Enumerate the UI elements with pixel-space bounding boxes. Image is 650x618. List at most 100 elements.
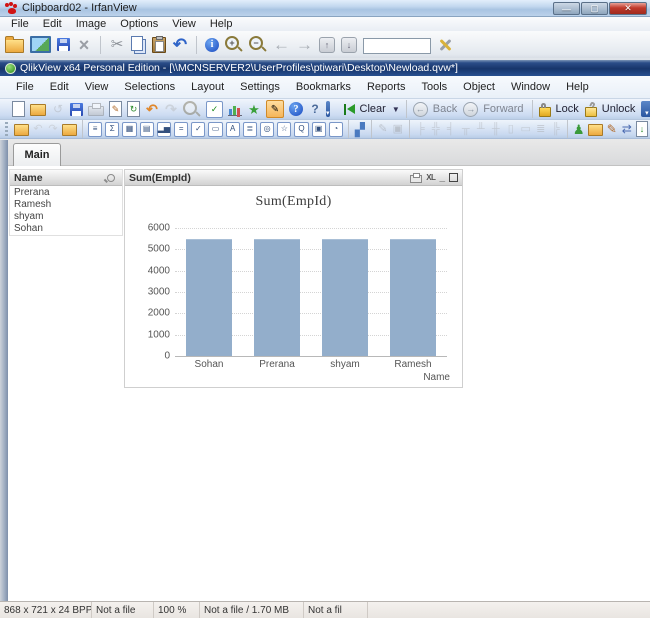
- sheet-properties-icon[interactable]: [61, 124, 78, 136]
- quick-chart-wizard-icon[interactable]: [228, 102, 242, 116]
- create-slider-icon[interactable]: ≣: [242, 121, 257, 137]
- last-page-icon[interactable]: ↓: [341, 36, 357, 53]
- reload-data-icon[interactable]: ↻: [127, 101, 140, 117]
- create-bookmark-object-icon[interactable]: ◎: [260, 121, 275, 137]
- create-chart-icon[interactable]: ▂▅: [156, 121, 172, 137]
- list-item[interactable]: Sohan: [12, 223, 122, 235]
- send-to-excel-icon[interactable]: XL: [426, 173, 436, 182]
- create-search-object-icon[interactable]: Q: [294, 121, 309, 137]
- space-horizontal-icon[interactable]: ╫: [490, 123, 502, 135]
- menu-file[interactable]: File: [8, 81, 42, 93]
- edit-script-icon[interactable]: ✎: [109, 101, 122, 117]
- menu-help[interactable]: Help: [558, 81, 597, 93]
- chart-caption[interactable]: Sum(EmpId) XL _: [125, 170, 462, 186]
- search-icon[interactable]: [107, 173, 115, 182]
- align-center-icon[interactable]: ╬: [430, 123, 442, 135]
- edit-mode-icon[interactable]: ✎: [266, 100, 284, 118]
- zoom-in-icon[interactable]: +: [225, 36, 239, 50]
- create-star-object-icon[interactable]: ☆: [277, 121, 292, 137]
- promote-sheet-icon[interactable]: ↶: [32, 123, 44, 135]
- menu-object[interactable]: Object: [455, 81, 503, 93]
- undo-icon[interactable]: ↶: [172, 36, 188, 53]
- cut-icon[interactable]: ✂: [109, 37, 125, 52]
- unlock-button[interactable]: Unlock: [602, 103, 636, 115]
- lock-button[interactable]: Lock: [556, 103, 579, 115]
- help-icon[interactable]: ?: [289, 102, 303, 116]
- snap-grid-icon[interactable]: ╠: [550, 123, 562, 135]
- menu-selections[interactable]: Selections: [116, 81, 183, 93]
- zoom-out-icon[interactable]: −: [249, 36, 263, 50]
- toolbar-overflow-button[interactable]: ▾: [326, 101, 330, 117]
- export-page-icon[interactable]: ↓: [635, 121, 649, 137]
- clear-dropdown-arrow[interactable]: ▼: [392, 105, 400, 114]
- create-calendar-icon[interactable]: ◔: [328, 121, 343, 137]
- list-item[interactable]: Ramesh: [12, 199, 122, 211]
- minimize-icon[interactable]: _: [439, 172, 445, 182]
- first-page-icon[interactable]: ↑: [319, 36, 335, 53]
- clear-icon[interactable]: [343, 103, 355, 115]
- menu-edit[interactable]: Edit: [36, 18, 69, 30]
- toolbar-overflow-button[interactable]: ▾: [641, 101, 650, 117]
- chart-bar[interactable]: [321, 238, 369, 356]
- menu-settings[interactable]: Settings: [232, 81, 288, 93]
- menu-reports[interactable]: Reports: [359, 81, 414, 93]
- undo-icon[interactable]: ↶: [145, 102, 159, 116]
- paste-icon[interactable]: [152, 35, 166, 53]
- create-button-icon[interactable]: ✓: [191, 121, 206, 137]
- create-text-object-icon[interactable]: ▭: [208, 121, 223, 137]
- redo-icon[interactable]: ↷: [164, 102, 178, 116]
- clear-button[interactable]: Clear: [360, 103, 386, 115]
- page-number-input[interactable]: [363, 37, 431, 54]
- listbox-caption[interactable]: Name: [10, 170, 122, 186]
- menu-view[interactable]: View: [77, 81, 117, 93]
- next-image-icon[interactable]: →: [296, 36, 313, 53]
- save-icon[interactable]: [57, 38, 70, 51]
- create-multi-box-icon[interactable]: =: [174, 121, 189, 137]
- create-input-box-icon[interactable]: ▤: [139, 121, 154, 137]
- open-icon[interactable]: [30, 104, 46, 116]
- align-bottom-icon[interactable]: ╨: [475, 123, 487, 135]
- back-icon[interactable]: ←: [412, 101, 428, 117]
- page-number-input[interactable]: [363, 35, 431, 54]
- properties-tools-icon[interactable]: [437, 37, 453, 53]
- wizard-icon[interactable]: ▞: [354, 123, 366, 136]
- space-vertical-icon[interactable]: ▯: [505, 123, 517, 135]
- favorites-icon[interactable]: ★: [247, 103, 261, 116]
- forward-button[interactable]: Forward: [483, 103, 523, 115]
- create-statistics-box-icon[interactable]: Σ: [105, 121, 120, 137]
- maximize-icon[interactable]: [449, 173, 458, 182]
- create-text-icon[interactable]: A: [225, 121, 240, 137]
- format-painter-icon[interactable]: ✎: [377, 123, 389, 135]
- grid-design-icon[interactable]: ▣: [392, 123, 404, 135]
- align-right-icon[interactable]: ╡: [445, 123, 457, 135]
- delete-icon[interactable]: ×: [76, 36, 92, 54]
- irfanview-titlebar[interactable]: Clipboard02 - IrfanView — ▢ ✕: [0, 0, 650, 17]
- menu-options[interactable]: Options: [113, 18, 165, 30]
- create-container-icon[interactable]: ▣: [311, 121, 326, 137]
- info-icon[interactable]: i: [205, 37, 219, 52]
- new-document-icon[interactable]: [12, 101, 25, 117]
- slideshow-icon[interactable]: [30, 36, 51, 53]
- copy-icon[interactable]: [131, 36, 143, 51]
- open-icon[interactable]: [5, 36, 24, 53]
- forward-icon[interactable]: →: [463, 101, 479, 117]
- minimize-button[interactable]: —: [553, 2, 580, 15]
- align-top-icon[interactable]: ╥: [460, 123, 472, 135]
- close-button[interactable]: ✕: [609, 2, 647, 15]
- prev-image-icon[interactable]: ←: [273, 36, 290, 53]
- save-icon[interactable]: [70, 102, 83, 116]
- menu-view[interactable]: View: [165, 18, 203, 30]
- list-item[interactable]: Prerana: [12, 187, 122, 199]
- create-table-box-icon[interactable]: ▦: [122, 121, 137, 137]
- menu-image[interactable]: Image: [69, 18, 114, 30]
- unlock-icon[interactable]: [584, 106, 597, 117]
- connect-icon[interactable]: ⇄: [621, 123, 633, 135]
- adjust-top-icon[interactable]: ≣: [535, 123, 547, 135]
- user-preferences-icon[interactable]: ♟: [573, 123, 585, 136]
- sheet-tab-main[interactable]: Main: [13, 143, 61, 166]
- chart-bar[interactable]: [185, 238, 233, 356]
- align-left-icon[interactable]: ╞: [415, 123, 427, 135]
- new-sheet-icon[interactable]: [13, 124, 29, 136]
- chart-bar[interactable]: [253, 238, 301, 356]
- adjust-left-icon[interactable]: ▭: [520, 123, 532, 135]
